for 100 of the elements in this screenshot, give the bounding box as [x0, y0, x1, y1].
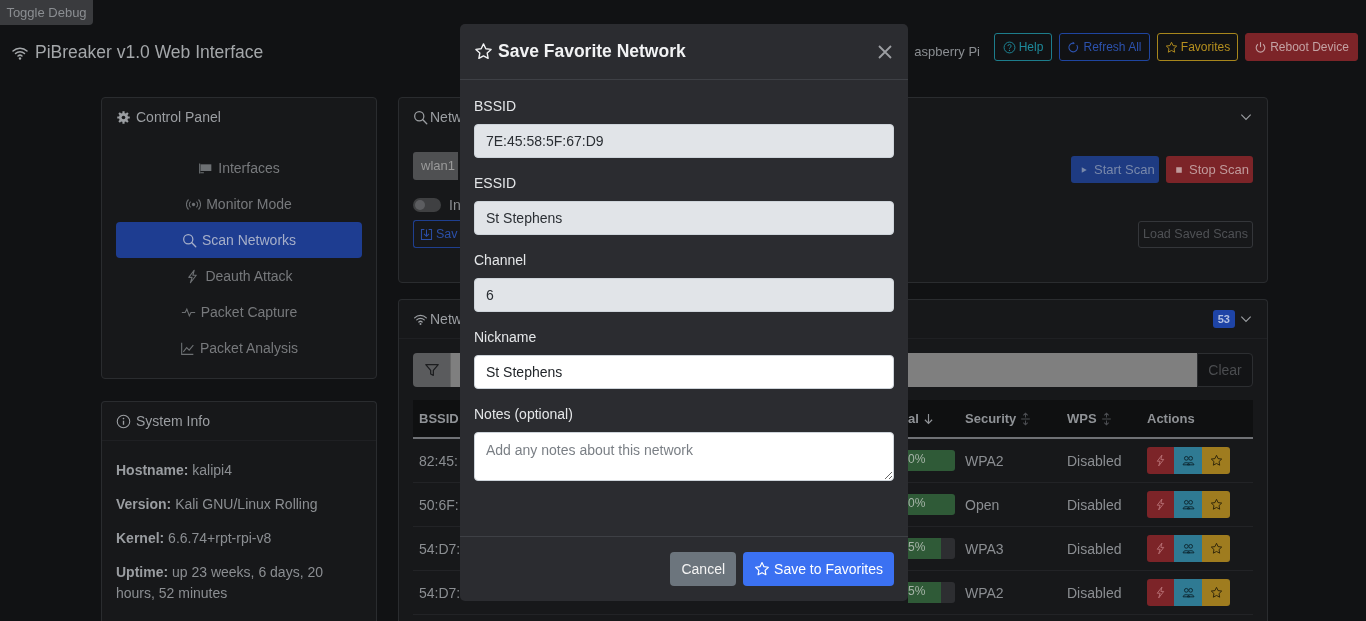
search-icon [413, 109, 428, 125]
clients-button[interactable] [1174, 491, 1202, 518]
toggle-switch[interactable] [413, 198, 441, 212]
signal-percent: 0% [908, 452, 926, 466]
input-field[interactable]: St Stephens [474, 201, 894, 235]
info-line: Hostname: kalipi4 [116, 461, 233, 480]
toggle-label: In [449, 197, 461, 213]
star-icon [474, 42, 493, 61]
clients-button[interactable] [1174, 579, 1202, 606]
signal-percent: 0% [908, 496, 926, 510]
favorite-button[interactable] [1202, 579, 1230, 606]
deauth-button[interactable] [1147, 535, 1174, 562]
card-title-text: Netw [430, 311, 462, 327]
deauth-button[interactable] [1147, 579, 1174, 606]
column-header: Actions [1147, 411, 1195, 426]
field-label: Nickname [474, 328, 538, 347]
sort-icon [1099, 411, 1113, 426]
search-icon [181, 232, 197, 248]
favorites-button[interactable]: Favorites [1157, 33, 1238, 61]
signal-percent: 5% [908, 584, 926, 598]
toggle-debug-button[interactable]: Toggle Debug [0, 0, 93, 25]
reboot-button[interactable]: Reboot Device [1245, 33, 1358, 61]
refresh-icon [1067, 40, 1081, 54]
table-cell-text: 50:6F: [418, 496, 460, 513]
people-icon [1181, 454, 1195, 467]
input-field[interactable]: St Stephens [474, 355, 894, 389]
signal-percent: 5% [908, 540, 926, 554]
clients-button[interactable] [1174, 535, 1202, 562]
lightning-icon [1154, 542, 1167, 555]
nav-item[interactable]: Scan Networks [116, 222, 362, 258]
save-favorites-button[interactable]: Save to Favorites [743, 552, 894, 586]
nav-item[interactable]: Interfaces [116, 150, 362, 186]
field-label: ESSID [474, 174, 517, 193]
input-field[interactable]: 6 [474, 278, 894, 312]
people-icon [1181, 542, 1195, 555]
people-icon [1181, 498, 1195, 511]
field-label: BSSID [474, 97, 517, 116]
filter-icon [423, 362, 440, 378]
favorite-button[interactable] [1202, 447, 1230, 474]
column-header: al [908, 411, 919, 426]
stop-icon [1174, 164, 1184, 175]
help-button[interactable]: Help [994, 33, 1052, 61]
card-title-text: Netw [430, 109, 462, 125]
notes-field[interactable]: Add any notes about this network [474, 432, 894, 481]
device-label: aspberry Pi [914, 43, 980, 59]
modal-title-text: Save Favorite Network [498, 41, 686, 62]
field-label: Notes (optional) [474, 405, 574, 424]
people-icon [1181, 586, 1195, 599]
info-line: Uptime: up 23 weeks, 6 days, 20 hours, 52 minutes [116, 563, 324, 603]
close-icon [876, 42, 894, 61]
app-title: PiBreaker v1.0 Web Interface [35, 42, 264, 63]
lightning-icon [1154, 498, 1167, 511]
clear-button[interactable]: Clear [1197, 353, 1253, 387]
star-icon [1209, 498, 1223, 511]
count-badge: 53 [1212, 310, 1235, 328]
table-cell-text: Disabled [1066, 540, 1123, 557]
star-icon [1209, 542, 1223, 555]
star-icon [1164, 40, 1178, 54]
line-chart-icon [179, 340, 195, 356]
stop-scan-button[interactable]: Stop Scan [1166, 156, 1253, 183]
nav-item[interactable]: Packet Analysis [116, 330, 362, 366]
start-scan-button[interactable]: Start Scan [1071, 156, 1159, 183]
favorite-button[interactable] [1202, 535, 1230, 562]
refresh-button[interactable]: Refresh All [1059, 33, 1150, 61]
column-header: BSSID [419, 411, 459, 426]
cancel-button[interactable]: Cancel [670, 552, 737, 586]
table-cell-text: Disabled [1066, 584, 1123, 601]
card-title-text: System Info [136, 413, 210, 429]
table-cell-text: WPA3 [964, 540, 1005, 557]
deauth-button[interactable] [1147, 447, 1174, 474]
filter-button[interactable] [413, 353, 450, 387]
info-line: Version: Kali GNU/Linux Rolling [116, 495, 319, 514]
favorite-button[interactable] [1202, 491, 1230, 518]
table-cell-text: 54:D7: [418, 540, 460, 557]
nav-item[interactable]: Deauth Attack [116, 258, 362, 294]
star-icon [754, 561, 771, 577]
info-icon [116, 413, 131, 429]
nav-item[interactable]: Packet Capture [116, 294, 362, 330]
close-button[interactable] [876, 42, 894, 61]
interface-select[interactable]: wlan1 [413, 152, 458, 180]
table-cell-text: Disabled [1066, 496, 1123, 513]
lightning-icon [1154, 586, 1167, 599]
input-field[interactable]: 7E:45:58:5F:67:D9 [474, 124, 894, 158]
power-icon [1254, 40, 1268, 54]
nav-item[interactable]: Monitor Mode [116, 186, 362, 222]
table-cell-text: WPA2 [964, 584, 1005, 601]
broadcast-icon [186, 196, 202, 212]
info-line: Kernel: 6.6.74+rpt-rpi-v8 [116, 529, 273, 548]
deauth-button[interactable] [1147, 491, 1174, 518]
load-saved-scans-button[interactable]: Load Saved Scans [1138, 220, 1253, 248]
table-cell-text: 82:45: [418, 452, 459, 469]
table-cell-text: Open [964, 496, 1001, 513]
help-icon [1002, 40, 1016, 54]
field-label: Channel [474, 251, 528, 270]
table-cell-text: Disabled [1066, 452, 1123, 469]
lightning-icon [1154, 454, 1167, 467]
star-icon [1209, 454, 1223, 467]
clients-button[interactable] [1174, 447, 1202, 474]
download-icon [420, 227, 433, 241]
table-cell-text: 54:D7: [418, 584, 460, 601]
